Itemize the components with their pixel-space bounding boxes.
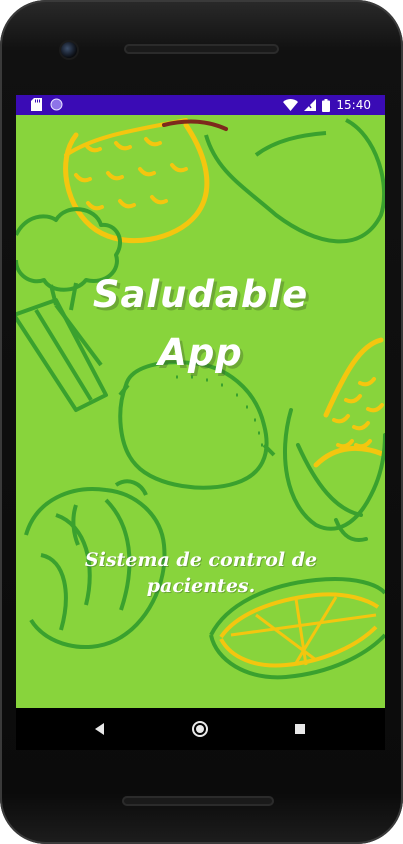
app-title-line2: App	[158, 331, 243, 374]
back-icon[interactable]	[90, 719, 110, 739]
circle-notification-icon	[50, 98, 63, 111]
recents-icon[interactable]	[290, 719, 310, 739]
wifi-icon	[283, 99, 299, 111]
app-subtitle: Sistema de control de pacientes.	[84, 549, 318, 597]
lemon-illustration	[118, 360, 276, 490]
earpiece-speaker	[124, 44, 279, 54]
bottom-speaker	[122, 796, 274, 806]
app-screen: 15:40 Saludable App Sistema de control d…	[16, 95, 385, 708]
pear-illustration	[204, 118, 385, 244]
status-bar: 15:40	[16, 95, 385, 115]
navigation-bar	[16, 708, 385, 750]
phone-frame: 15:40 Saludable App Sistema de control d…	[0, 0, 403, 844]
signal-icon	[304, 99, 317, 111]
fruit-vegetable-illustration	[16, 118, 385, 680]
home-icon[interactable]	[190, 719, 210, 739]
sd-card-icon	[31, 98, 42, 111]
status-time: 15:40	[336, 98, 371, 112]
battery-icon	[322, 98, 331, 112]
app-title-line1: Saludable	[92, 273, 309, 316]
front-camera	[61, 42, 77, 58]
pineapple-illustration	[63, 118, 228, 244]
